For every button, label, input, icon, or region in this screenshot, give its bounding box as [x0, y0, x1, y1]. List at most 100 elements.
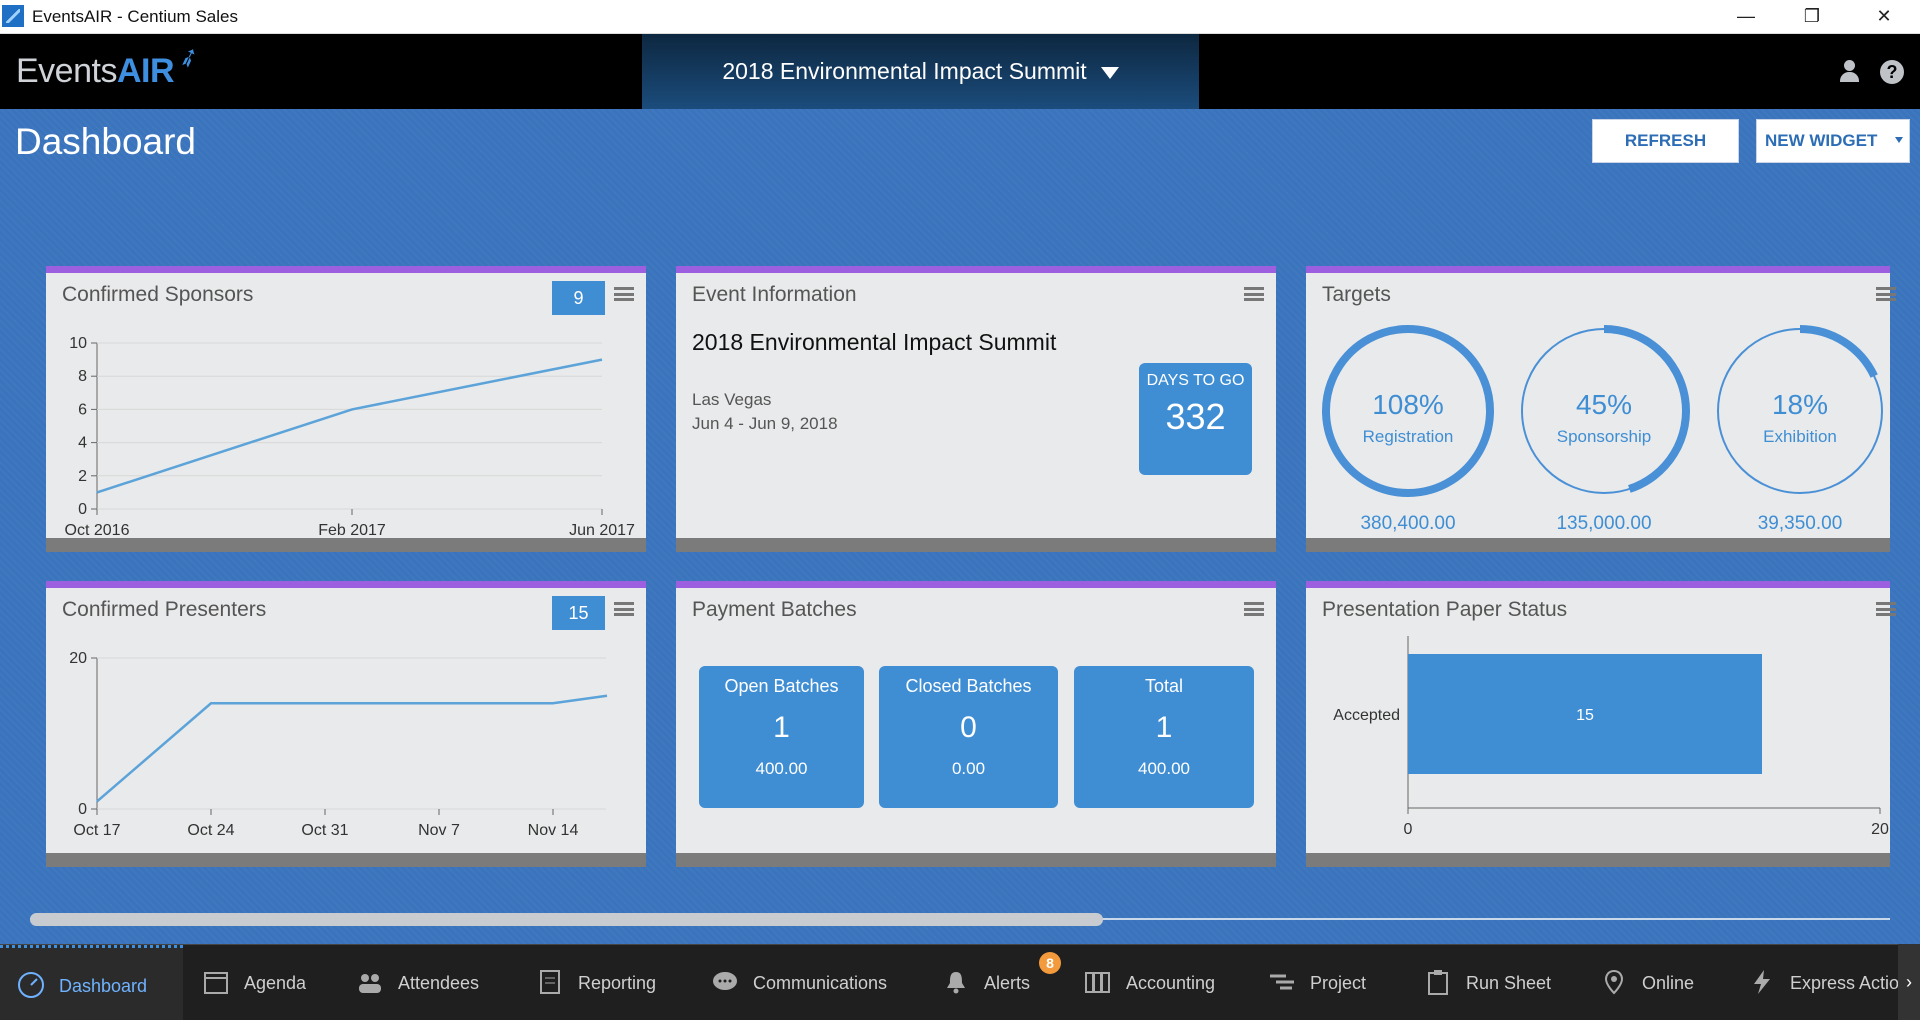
scrollbar-thumb[interactable] — [30, 913, 1103, 926]
x-tick-label: Jun 2017 — [569, 522, 635, 538]
dropdown-arrow-icon — [1895, 137, 1903, 143]
ring-progress — [1799, 325, 1878, 378]
widget-menu-icon[interactable] — [1244, 602, 1264, 616]
widget-menu-icon[interactable] — [1876, 287, 1896, 301]
page-title: Dashboard — [15, 121, 197, 162]
batch-count: 1 — [1155, 711, 1173, 744]
series-line — [96, 694, 608, 803]
batch-amount: 0.00 — [951, 759, 986, 778]
batch-label: Open Batches — [724, 676, 839, 696]
nav-run-sheet[interactable]: Run Sheet — [1424, 945, 1551, 1020]
y-tick-label: 0 — [78, 501, 87, 518]
nav-agenda[interactable]: Agenda — [202, 945, 306, 1020]
x-tick-label: Nov 7 — [418, 822, 460, 839]
event-selector-dropdown[interactable]: 2018 Environmental Impact Summit — [642, 34, 1199, 109]
y-tick-label: 20 — [69, 650, 87, 667]
y-tick-label: 0 — [78, 801, 87, 818]
nav-label: Dashboard — [59, 976, 148, 996]
category-label: Accepted — [1333, 707, 1400, 724]
nav-dashboard[interactable]: Dashboard — [0, 945, 183, 1020]
y-tick-label: 10 — [69, 335, 87, 352]
x-tick-label: Oct 17 — [73, 822, 120, 839]
batch-closed[interactable]: Closed Batches 0 0.00 — [879, 666, 1058, 808]
people-icon — [359, 974, 381, 994]
y-tick-label: 6 — [78, 401, 87, 418]
minimize-button[interactable]: — — [1710, 0, 1782, 34]
nav-project[interactable]: Project — [1268, 945, 1366, 1020]
batch-amount: 400.00 — [1138, 759, 1190, 778]
app-icon — [2, 5, 24, 27]
bottom-navigation: Dashboard Agenda Attendees Reporting Com… — [0, 944, 1920, 1020]
nav-alerts[interactable]: Alerts — [942, 945, 1030, 1020]
target-amount: 39,350.00 — [1757, 513, 1843, 534]
batch-open[interactable]: Open Batches 1 400.00 — [699, 666, 864, 808]
days-to-go-label: DAYS TO GO — [1146, 372, 1245, 389]
window-titlebar: EventsAIR - Centium Sales — ❐ ✕ — [0, 0, 1920, 34]
x-tick-label: Oct 2016 — [65, 522, 130, 538]
target-sponsorship: 45% Sponsorship 135,000.00 — [1516, 323, 1692, 534]
x-tick-label: 0 — [1404, 821, 1413, 838]
logo-swoosh-icon: ➶ — [173, 39, 204, 75]
target-name: Exhibition — [1763, 427, 1837, 446]
paper-status-widget: Presentation Paper Status 0 20 Accepted 15 — [1306, 581, 1896, 867]
nav-attendees[interactable]: Attendees — [356, 945, 479, 1020]
new-widget-label: NEW WIDGET — [1765, 131, 1878, 150]
calendar-icon — [204, 972, 228, 995]
event-selector-label: 2018 Environmental Impact Summit — [722, 58, 1087, 84]
close-button[interactable]: ✕ — [1848, 0, 1920, 34]
targets-widget: Targets 108% Registration 380,400.00 45%… — [1306, 266, 1896, 552]
days-to-go-box: DAYS TO GO 332 — [1139, 363, 1252, 475]
batch-count: 1 — [773, 711, 790, 744]
nav-express-actions[interactable]: Express Actions — [1748, 945, 1918, 1020]
nav-online[interactable]: Online — [1600, 945, 1694, 1020]
document-icon — [540, 970, 560, 995]
series-line — [96, 358, 603, 494]
confirmed-sponsors-widget: Confirmed Sponsors 9 0 2 4 6 8 10 Oct 2016 Feb … — [46, 266, 646, 552]
refresh-button[interactable]: REFRESH — [1592, 119, 1739, 163]
target-name: Sponsorship — [1556, 427, 1652, 446]
binders-icon — [1085, 972, 1110, 994]
event-dates: Jun 4 - Jun 9, 2018 — [692, 414, 838, 433]
bell-icon — [947, 972, 965, 994]
nav-label: Attendees — [398, 973, 480, 993]
target-percent: 18% — [1771, 389, 1829, 420]
days-to-go-value: 332 — [1165, 396, 1226, 437]
nav-reporting[interactable]: Reporting — [536, 945, 656, 1020]
widget-menu-icon[interactable] — [1244, 287, 1264, 301]
payment-batches-widget: Payment Batches Open Batches 1 400.00 Cl… — [676, 581, 1276, 867]
sponsors-line-chart: 0 2 4 6 8 10 Oct 2016 Feb 2017 Jun 2017 — [65, 335, 635, 538]
app-header: EventsAIR ➶ 2018 Environmental Impact Su… — [0, 34, 1920, 109]
logo-prefix: Events — [16, 52, 117, 90]
batch-amount: 400.00 — [755, 759, 808, 778]
widget-title: Targets — [1322, 283, 1391, 306]
batch-count: 0 — [960, 711, 977, 744]
data-label: 15 — [1576, 707, 1594, 724]
target-percent: 45% — [1575, 389, 1633, 420]
target-name: Registration — [1362, 427, 1454, 446]
nav-communications[interactable]: Communications — [711, 945, 887, 1020]
y-tick-label: 2 — [78, 468, 87, 485]
nav-label: Communications — [753, 973, 888, 993]
y-tick-label: 8 — [78, 368, 87, 385]
nav-label: Agenda — [244, 973, 307, 993]
presenters-line-chart: 0 20 Oct 17 Oct 24 Oct 31 Nov 7 Nov 14 — [69, 650, 608, 839]
logo-suffix: AIR — [116, 52, 175, 90]
user-icon[interactable] — [1838, 60, 1862, 84]
nav-label: Online — [1642, 973, 1695, 993]
batch-label: Closed Batches — [905, 676, 1032, 696]
help-icon[interactable]: ? — [1880, 60, 1904, 84]
clipboard-icon — [1428, 970, 1448, 996]
restore-button[interactable]: ❐ — [1776, 0, 1848, 34]
nav-label: Alerts — [984, 973, 1031, 993]
x-tick-label: 20 — [1871, 821, 1889, 838]
gantt-icon — [1270, 974, 1294, 990]
target-registration: 108% Registration 380,400.00 — [1320, 323, 1496, 534]
map-pin-icon — [1604, 970, 1624, 995]
event-name: 2018 Environmental Impact Summit — [692, 329, 1057, 355]
chevron-down-icon — [1100, 66, 1119, 79]
batch-total[interactable]: Total 1 400.00 — [1074, 666, 1254, 808]
nav-scroll-right-icon[interactable]: › — [1898, 944, 1920, 1020]
x-tick-label: Feb 2017 — [318, 522, 386, 538]
new-widget-button[interactable]: NEW WIDGET — [1756, 119, 1910, 163]
nav-accounting[interactable]: Accounting — [1084, 945, 1215, 1020]
